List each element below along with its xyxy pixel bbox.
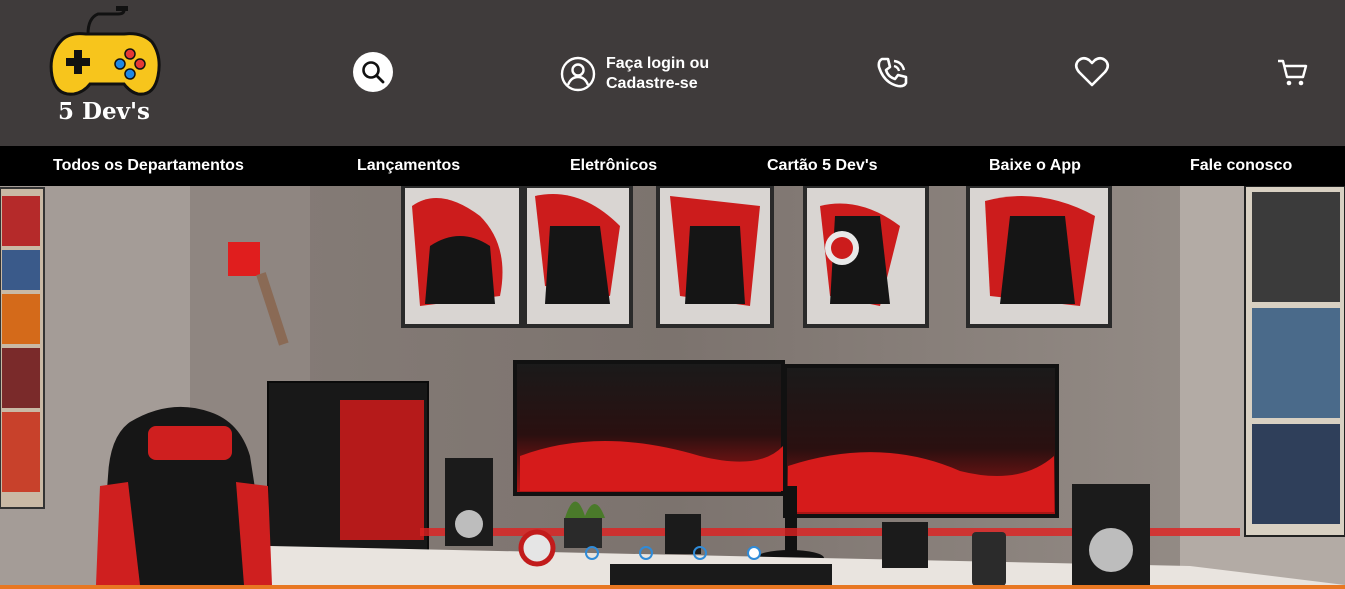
carousel-dot-2[interactable] — [639, 546, 653, 560]
favorites-button[interactable] — [1074, 56, 1110, 93]
carousel-dot-4[interactable] — [747, 546, 761, 560]
gamepad-icon — [49, 6, 161, 96]
brand-name: 5 Dev's — [58, 98, 150, 125]
main-nav: Todos os Departamentos Lançamentos Eletr… — [0, 146, 1345, 186]
cart-button[interactable] — [1277, 58, 1309, 93]
nav-item-departments[interactable]: Todos os Departamentos — [53, 157, 244, 175]
nav-item-app[interactable]: Baixe o App — [989, 157, 1081, 175]
carousel-dot-3[interactable] — [693, 546, 707, 560]
nav-item-card[interactable]: Cartão 5 Dev's — [767, 157, 878, 175]
search-icon — [362, 61, 385, 84]
login-line2: Cadastre-se — [606, 75, 698, 92]
search-button[interactable] — [353, 52, 393, 92]
login-link[interactable]: Faça login ou Cadastre-se — [560, 54, 709, 94]
nav-item-releases[interactable]: Lançamentos — [357, 157, 460, 175]
hero-banner — [0, 186, 1345, 585]
bottom-accent-bar — [0, 585, 1345, 589]
cart-icon — [1278, 59, 1308, 86]
login-line1: Faça login ou — [606, 55, 710, 72]
user-circle-icon — [560, 56, 596, 92]
login-text: Faça login ou Cadastre-se — [606, 54, 709, 94]
hero-image — [0, 186, 1345, 585]
nav-item-electronics[interactable]: Eletrônicos — [570, 157, 657, 175]
phone-icon — [877, 57, 908, 88]
carousel-dot-1[interactable] — [585, 546, 599, 560]
site-header: 5 Dev's Faça login ou Cadastre-se — [0, 0, 1345, 146]
heart-icon — [1074, 56, 1110, 87]
nav-item-contact[interactable]: Fale conosco — [1190, 157, 1292, 175]
contact-button[interactable] — [874, 55, 910, 96]
